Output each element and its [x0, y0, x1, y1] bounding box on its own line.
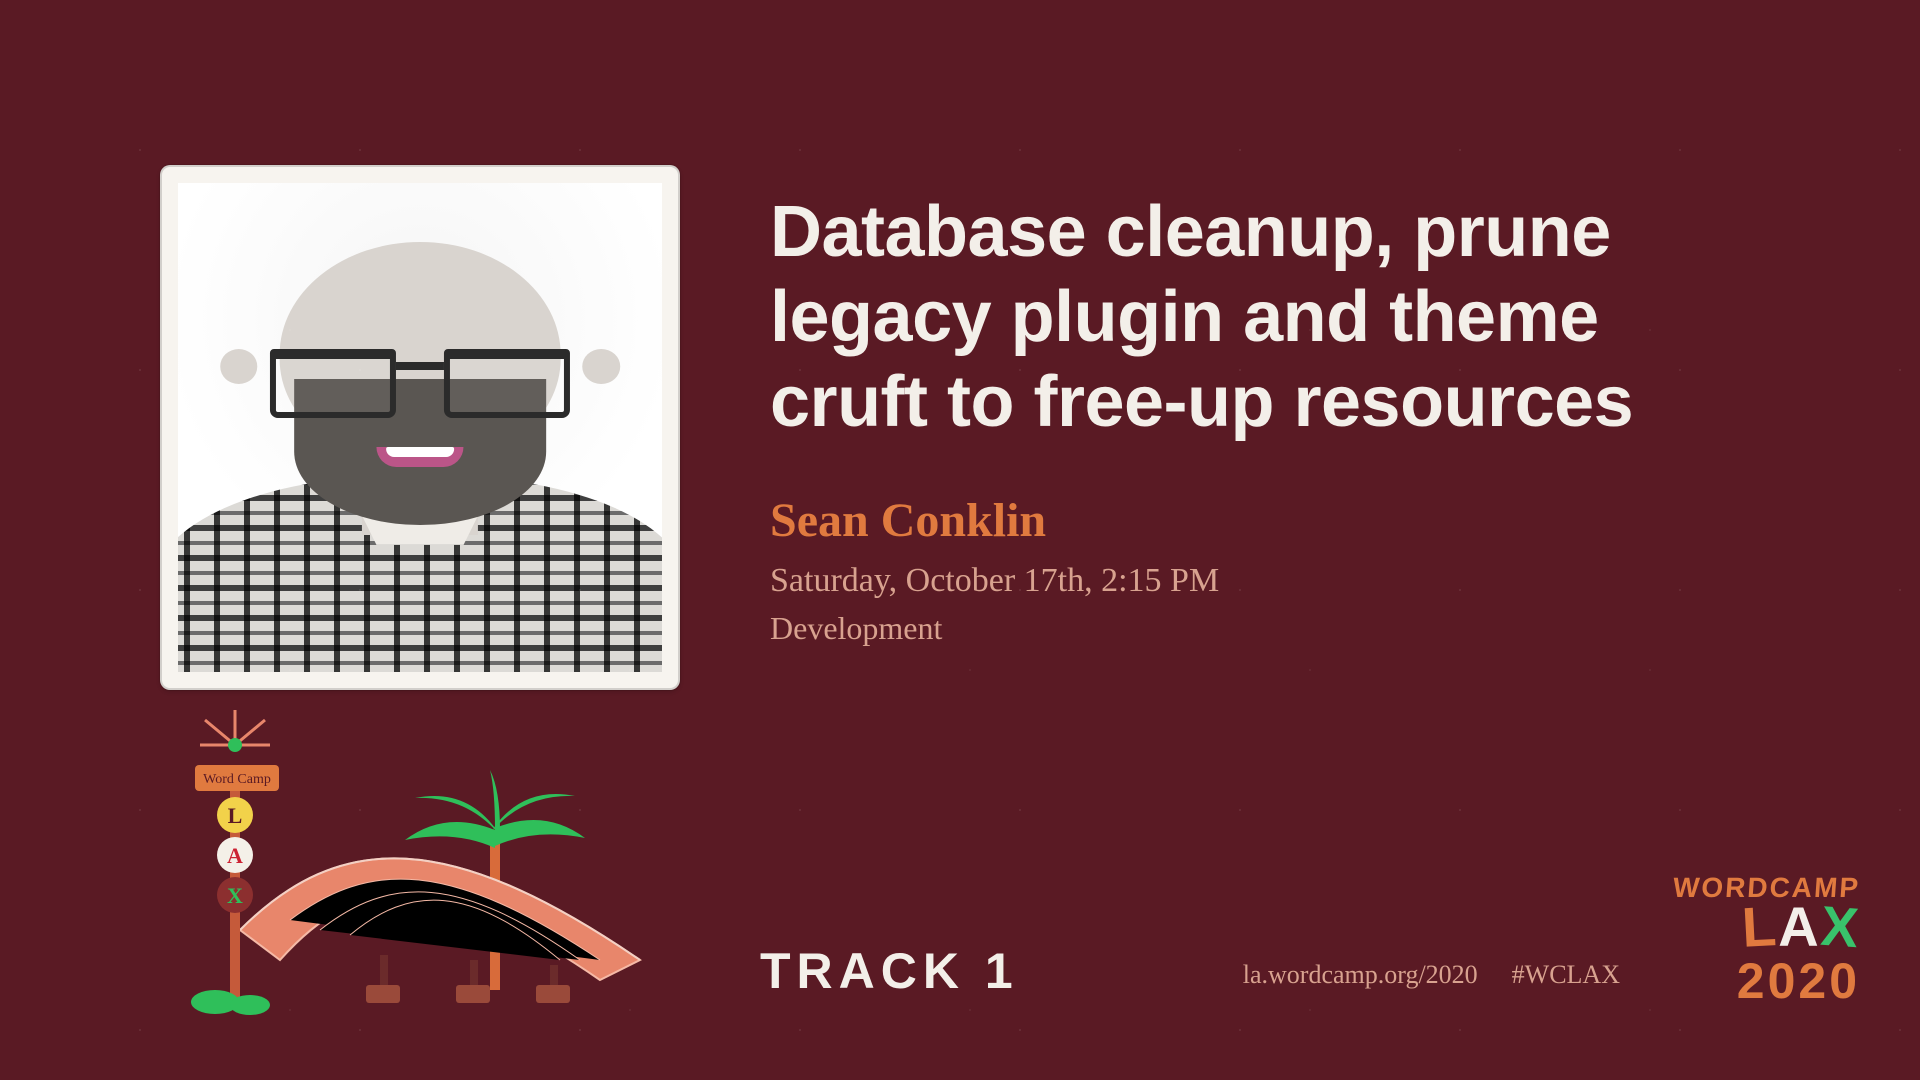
footer-illustration: Word Camp L A X [170, 710, 690, 1020]
speaker-photo-frame [160, 165, 680, 690]
brand-lax: LAX [1673, 902, 1860, 952]
track-label: TRACK 1 [760, 942, 1019, 1000]
talk-title: Database cleanup, prune legacy plugin an… [770, 190, 1730, 445]
motel-sign-text: Word Camp [203, 772, 271, 787]
glasses-lens-right [444, 349, 570, 417]
event-url: la.wordcamp.org/2020 [1243, 960, 1478, 990]
scene-svg: Word Camp L A X [170, 710, 690, 1020]
gas-station-roof-icon [240, 858, 640, 1003]
motel-sign-L: L [228, 803, 243, 828]
speaker-name: Sean Conklin [770, 493, 1730, 548]
event-hashtag: #WCLAX [1512, 960, 1620, 990]
motel-sign-A: A [227, 843, 243, 868]
talk-category: Development [770, 610, 1730, 647]
glasses-bridge [396, 362, 444, 370]
speaker-photo [178, 183, 662, 672]
motel-sign-icon: Word Camp L A X [191, 710, 279, 1015]
brand-year: 2020 [1673, 952, 1860, 1010]
teeth-illustration [386, 447, 454, 457]
glasses-illustration [270, 349, 570, 417]
brand-A: A [1778, 902, 1820, 952]
glasses-lens-left [270, 349, 396, 417]
talk-datetime: Saturday, October 17th, 2:15 PM [770, 562, 1730, 600]
event-brand: WORDCAMP LAX 2020 [1673, 872, 1860, 1010]
talk-info: Database cleanup, prune legacy plugin an… [770, 165, 1730, 647]
brand-X: X [1819, 900, 1862, 953]
brand-L: L [1741, 901, 1780, 953]
motel-sign-X: X [227, 883, 243, 908]
speaker-block: Database cleanup, prune legacy plugin an… [160, 165, 1730, 690]
footer-links: la.wordcamp.org/2020 #WCLAX [1243, 960, 1620, 990]
